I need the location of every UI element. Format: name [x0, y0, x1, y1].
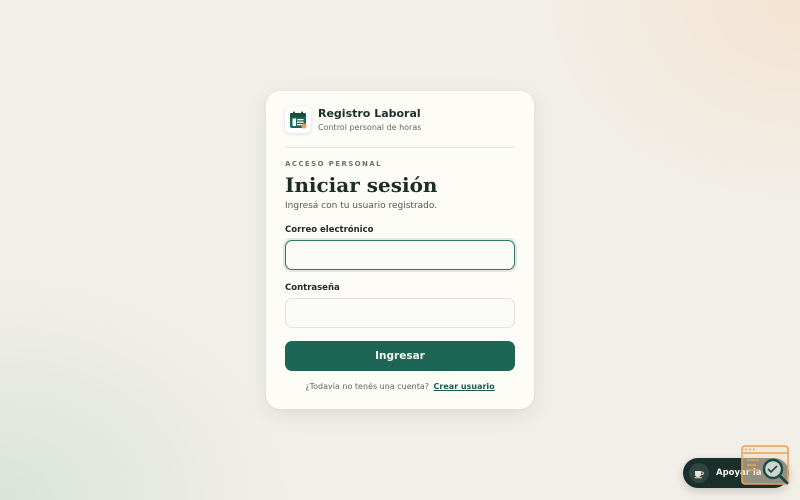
- password-label: Contraseña: [285, 283, 340, 293]
- coffee-cup-icon: [689, 463, 709, 483]
- signup-prompt: ¿Todavía no tenés una cuenta?: [305, 382, 429, 391]
- app-tagline: Control personal de horas: [318, 122, 422, 132]
- login-button[interactable]: Ingresar: [285, 341, 515, 371]
- app-name: Registro Laboral: [318, 106, 421, 120]
- page-subtitle: Ingresá con tu usuario registrado.: [285, 201, 438, 211]
- create-user-link[interactable]: Crear usuario: [434, 382, 495, 391]
- login-card: Registro Laboral Control personal de hor…: [266, 91, 534, 409]
- calendar-checklist-icon: [285, 107, 311, 133]
- email-field[interactable]: [285, 240, 515, 270]
- page-title: Iniciar sesión: [285, 173, 438, 197]
- browser-search-icon[interactable]: [741, 445, 791, 489]
- signup-line: ¿Todavía no tenés una cuenta? Crear usua…: [285, 382, 515, 391]
- section-eyebrow: ACCESO PERSONAL: [285, 160, 382, 168]
- brand-header: Registro Laboral Control personal de hor…: [285, 91, 515, 148]
- email-label: Correo electrónico: [285, 225, 374, 235]
- password-field[interactable]: [285, 298, 515, 328]
